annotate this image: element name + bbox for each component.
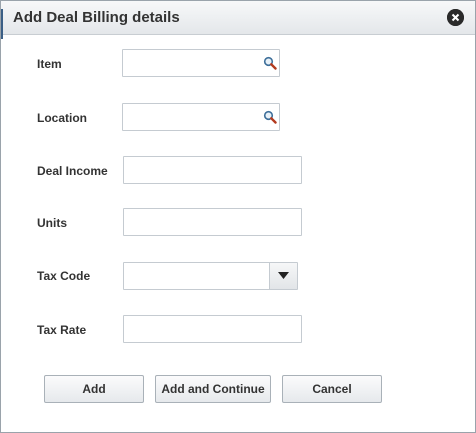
close-button[interactable]	[447, 9, 464, 26]
close-icon	[447, 9, 464, 26]
add-deal-billing-dialog: Add Deal Billing details Item Location D…	[0, 0, 476, 433]
add-and-continue-button[interactable]: Add and Continue	[155, 375, 271, 403]
tax-rate-label: Tax Rate	[37, 323, 87, 337]
tax-code-label: Tax Code	[37, 269, 91, 283]
item-input[interactable]	[123, 50, 265, 76]
location-lookup	[122, 103, 280, 131]
item-label: Item	[37, 57, 62, 71]
dialog-title: Add Deal Billing details	[13, 9, 180, 26]
deal-income-label: Deal Income	[37, 164, 108, 178]
cancel-button[interactable]: Cancel	[282, 375, 382, 403]
location-label: Location	[37, 111, 87, 125]
left-edge-accent	[1, 9, 3, 39]
tax-rate-input[interactable]	[123, 315, 302, 343]
units-input[interactable]	[123, 208, 302, 236]
item-lookup	[122, 49, 280, 77]
chevron-down-icon	[278, 272, 289, 279]
search-icon[interactable]	[263, 56, 277, 70]
tax-code-select[interactable]	[123, 262, 298, 290]
add-button[interactable]: Add	[44, 375, 144, 403]
units-label: Units	[37, 216, 67, 230]
location-input[interactable]	[123, 104, 265, 130]
tax-code-dropdown-button[interactable]	[269, 263, 297, 289]
search-icon[interactable]	[263, 110, 277, 124]
deal-income-input[interactable]	[123, 156, 302, 184]
dialog-titlebar: Add Deal Billing details	[1, 1, 475, 35]
